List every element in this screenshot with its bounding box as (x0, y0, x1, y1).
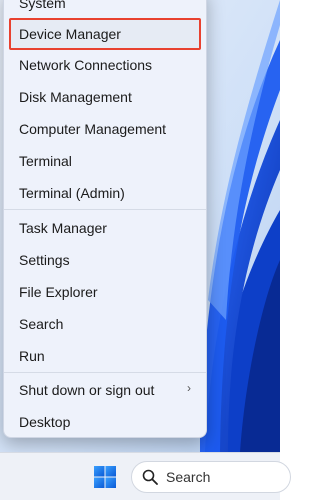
menu-item-desktop[interactable]: Desktop (9, 408, 201, 436)
quick-link-menu: System Device Manager Network Connection… (3, 0, 207, 438)
menu-item-label: Task Manager (19, 220, 107, 236)
menu-item-label: Device Manager (19, 26, 121, 42)
menu-item-label: Computer Management (19, 121, 167, 137)
menu-item-label: Settings (19, 252, 70, 268)
taskbar-search-box[interactable]: Search (131, 461, 291, 493)
menu-item-label: File Explorer (19, 284, 98, 300)
menu-item-search[interactable]: Search (9, 310, 201, 338)
menu-item-label: Desktop (19, 414, 71, 430)
menu-item-settings[interactable]: Settings (9, 246, 201, 274)
menu-item-file-explorer[interactable]: File Explorer (9, 278, 201, 306)
search-label: Search (166, 469, 211, 485)
menu-item-label: Terminal (Admin) (19, 185, 125, 201)
menu-item-terminal-admin[interactable]: Terminal (Admin) (9, 179, 201, 207)
menu-item-label: Terminal (19, 153, 72, 169)
menu-item-terminal[interactable]: Terminal (9, 147, 201, 175)
menu-separator (4, 372, 206, 373)
menu-item-label: Search (19, 316, 64, 332)
search-icon (142, 469, 158, 485)
menu-item-label: Shut down or sign out (19, 382, 155, 398)
menu-item-computer-management[interactable]: Computer Management (9, 115, 201, 143)
chevron-right-icon: › (187, 381, 191, 395)
menu-item-label: Disk Management (19, 89, 132, 105)
menu-separator (4, 209, 206, 210)
windows-logo-icon (94, 466, 116, 488)
menu-item-task-manager[interactable]: Task Manager (9, 214, 201, 242)
taskbar: Search (0, 452, 291, 500)
start-button[interactable] (93, 465, 117, 489)
menu-item-system[interactable]: System (9, 0, 201, 17)
menu-item-label: Run (19, 348, 45, 364)
menu-item-label: Network Connections (19, 57, 153, 73)
menu-item-device-manager[interactable]: Device Manager (9, 18, 201, 50)
menu-item-shut-down[interactable]: Shut down or sign out › (9, 376, 201, 404)
menu-item-disk-management[interactable]: Disk Management (9, 83, 201, 111)
menu-item-run[interactable]: Run (9, 342, 201, 370)
menu-item-network-connections[interactable]: Network Connections (9, 51, 201, 79)
menu-item-label: System (19, 0, 66, 11)
